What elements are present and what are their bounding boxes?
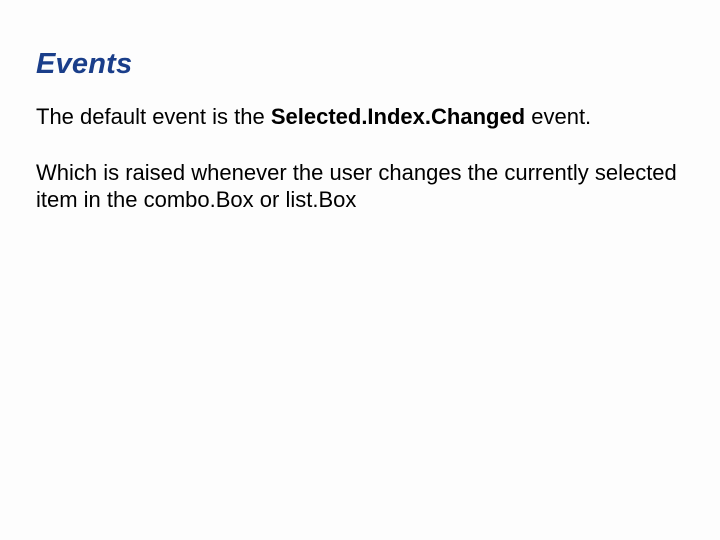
slide-title: Events <box>36 48 684 81</box>
paragraph-1: The default event is the Selected.Index.… <box>36 103 684 131</box>
slide: Events The default event is the Selected… <box>0 0 720 214</box>
para1-pre: The default event is the <box>36 104 271 129</box>
para1-post: event. <box>525 104 591 129</box>
para1-bold: Selected.Index.Changed <box>271 104 525 129</box>
paragraph-2: Which is raised whenever the user change… <box>36 159 684 214</box>
